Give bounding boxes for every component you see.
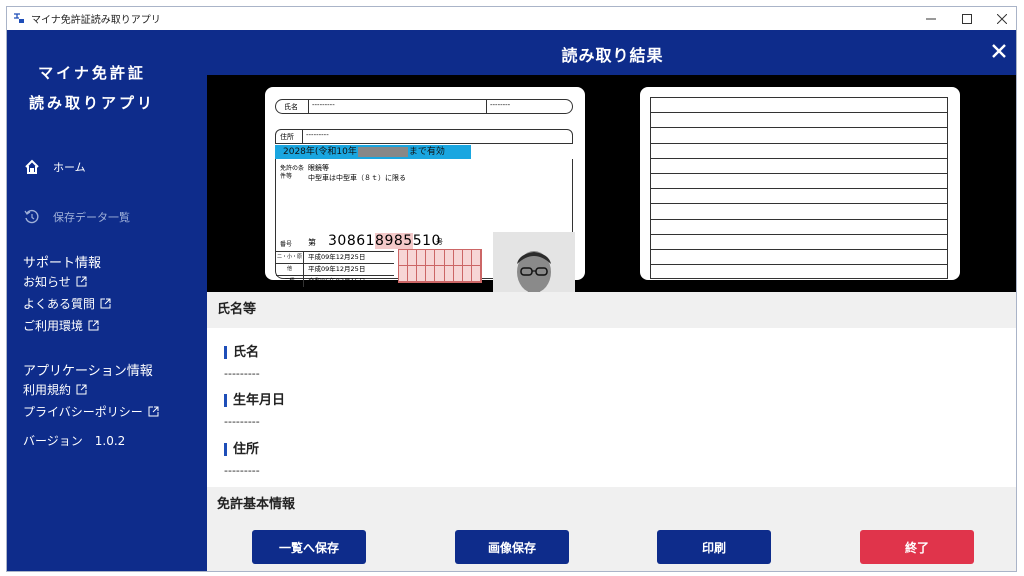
- field-label-birthdate: 生年月日: [224, 394, 285, 407]
- number-part-2: 8985: [375, 233, 413, 249]
- maximize-button[interactable]: [949, 7, 985, 30]
- sidebar: マイナ免許証 読み取りアプリ ホーム 保存データ一覧 サポート情報 お知らせ よ…: [7, 30, 207, 571]
- license-class-grid: [398, 249, 482, 283]
- link-label: よくある質問: [23, 297, 96, 311]
- field-label-name: 氏名: [224, 346, 259, 359]
- card-address-value: ---------: [306, 131, 329, 139]
- page-title: 読み取り結果: [561, 46, 664, 65]
- app-icon: [13, 12, 25, 24]
- date-row: 他平成09年12月25日: [276, 263, 394, 275]
- number-part-1: 30861: [328, 233, 376, 249]
- date-key: 二・小・原: [276, 252, 304, 263]
- date-key: 二種: [276, 276, 304, 287]
- external-link-icon: [148, 406, 159, 417]
- nav-item-label: ホーム: [53, 161, 86, 174]
- history-icon: [23, 208, 41, 226]
- card-name-row: 氏名 --------- --------: [275, 99, 573, 114]
- version-text: バージョン 1.0.2: [23, 434, 126, 448]
- card-body: 免許の条件等 眼鏡等 中型車は中型車（８ｔ）に限る 番号 第 308618985…: [275, 159, 575, 335]
- redaction-mask: [357, 146, 408, 157]
- minimize-button[interactable]: [913, 7, 949, 30]
- print-button[interactable]: 印刷: [657, 530, 771, 564]
- link-label: プライバシーポリシー: [23, 405, 143, 419]
- external-link-icon: [100, 298, 111, 309]
- nav-item-home[interactable]: ホーム: [23, 158, 86, 176]
- field-label-address: 住所: [224, 443, 259, 456]
- expiry-prefix: 2028年(令和10年: [283, 147, 357, 157]
- license-number: 308618985510: [328, 233, 441, 249]
- external-link-icon: [76, 276, 87, 287]
- field-value-birthdate: ---------: [224, 415, 260, 428]
- date-value: 平成09年12月25日: [308, 265, 366, 273]
- condition-line-2: 中型車は中型車（８ｔ）に限る: [308, 174, 406, 182]
- app-window: マイナ免許証読み取りアプリ マイナ免許証 読み取りアプリ ホーム 保存データ一覧: [6, 6, 1017, 572]
- date-value: 平成09年12月25日: [308, 253, 366, 261]
- field-value-address: ---------: [224, 464, 260, 477]
- minimize-icon: [926, 18, 936, 19]
- close-icon: [992, 44, 1006, 58]
- link-news[interactable]: お知らせ: [23, 273, 87, 290]
- card-expiry: 2028年(令和10年 まで有効: [275, 145, 471, 159]
- number-label: 番号: [280, 241, 293, 248]
- date-value: 令和06年03月15日: [308, 277, 366, 285]
- result-content: 氏名等 氏名 --------- 生年月日 --------- 住所 -----…: [207, 292, 1016, 571]
- field-value-name: ---------: [224, 367, 260, 380]
- link-label: 利用規約: [23, 383, 72, 397]
- link-label: お知らせ: [23, 275, 71, 289]
- support-section-title: サポート情報: [23, 256, 102, 271]
- section-personal-title: 氏名等: [207, 292, 1016, 328]
- exit-button[interactable]: 終了: [860, 530, 974, 564]
- link-privacy[interactable]: プライバシーポリシー: [23, 403, 159, 420]
- window-title: マイナ免許証読み取りアプリ: [31, 15, 161, 26]
- title-bar: マイナ免許証読み取りアプリ: [7, 7, 1016, 30]
- window-close-button[interactable]: [984, 7, 1016, 30]
- expiry-suffix: まで有効: [408, 147, 445, 157]
- number-suffix: 号: [436, 238, 443, 246]
- license-card-back: [640, 87, 960, 280]
- card-name-label: 氏名: [284, 103, 298, 111]
- link-label: ご利用環境: [23, 319, 84, 333]
- save-to-list-button[interactable]: 一覧へ保存: [252, 530, 366, 564]
- app-info-section-title: アプリケーション情報: [23, 364, 153, 379]
- license-dates: 二・小・原 平成09年12月25日 他平成09年12月25日 二種 令和06年03月…: [276, 251, 394, 287]
- brand-line-1: マイナ免許証: [38, 64, 146, 82]
- external-link-icon: [76, 384, 87, 395]
- close-result-button[interactable]: [988, 40, 1010, 62]
- number-prefix: 第: [308, 238, 316, 247]
- condition-label: 免許の条件等: [280, 165, 305, 180]
- link-faq[interactable]: よくある質問: [23, 295, 111, 312]
- app-brand: マイナ免許証 読み取りアプリ: [7, 58, 177, 118]
- card-address-row: 住所 ---------: [275, 129, 573, 144]
- date-key: 他: [276, 264, 304, 275]
- license-card-front: 氏名 --------- -------- 住所 --------- 2028年…: [265, 87, 585, 335]
- card-name-value-2: --------: [490, 101, 511, 109]
- close-icon: [997, 13, 1007, 24]
- home-icon: [23, 158, 41, 176]
- condition-text: 眼鏡等 中型車は中型車（８ｔ）に限る: [308, 163, 406, 183]
- main-header: 読み取り結果: [207, 30, 1016, 75]
- link-terms[interactable]: 利用規約: [23, 381, 87, 398]
- condition-line-1: 眼鏡等: [308, 164, 329, 172]
- card-address-label: 住所: [280, 133, 294, 141]
- brand-line-2: 読み取りアプリ: [28, 94, 155, 112]
- save-image-button[interactable]: 画像保存: [455, 530, 569, 564]
- card-back-lines: [650, 97, 948, 279]
- external-link-icon: [88, 320, 99, 331]
- date-row: 二種 令和06年03月15日: [276, 275, 394, 287]
- section-license-title: 免許基本情報: [217, 497, 296, 512]
- date-row: 二・小・原 平成09年12月25日: [276, 251, 394, 263]
- card-image-area: 氏名 --------- -------- 住所 --------- 2028年…: [207, 75, 1016, 335]
- nav-item-saved-data[interactable]: 保存データ一覧: [23, 208, 130, 226]
- link-environment[interactable]: ご利用環境: [23, 317, 99, 334]
- nav-item-label: 保存データ一覧: [53, 211, 130, 224]
- card-name-value: ---------: [312, 101, 335, 109]
- maximize-icon: [962, 13, 972, 24]
